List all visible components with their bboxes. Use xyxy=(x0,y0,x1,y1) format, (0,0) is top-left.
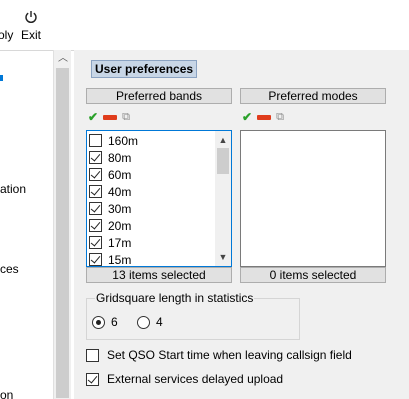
checkbox[interactable] xyxy=(86,348,99,362)
checkbox[interactable] xyxy=(89,168,102,181)
select-all-bands-icon[interactable]: ✔ xyxy=(88,110,98,124)
band-item[interactable]: 80m xyxy=(89,149,131,166)
modes-header: Preferred modes xyxy=(240,88,386,104)
band-item[interactable]: 17m xyxy=(89,234,131,251)
modes-selected-count: 0 items selected xyxy=(240,267,386,283)
bands-toolbar: ✔ ⧉ xyxy=(88,108,130,126)
clear-modes-icon[interactable] xyxy=(257,114,272,120)
band-item[interactable]: 60m xyxy=(89,166,131,183)
gridsquare-group-title: Gridsquare length in statistics xyxy=(95,291,255,305)
gridsquare-group: Gridsquare length in statistics 6 4 xyxy=(86,291,300,340)
bands-scrollbar[interactable]: ▲ ▼ xyxy=(215,131,231,266)
nav-scroll-thumb[interactable] xyxy=(56,68,69,398)
scroll-down-icon[interactable]: ▼ xyxy=(215,250,231,264)
delayed-upload-option[interactable]: External services delayed upload xyxy=(86,372,283,386)
bands-header: Preferred bands xyxy=(86,88,232,104)
band-label: 60m xyxy=(108,167,132,182)
band-item[interactable]: 30m xyxy=(89,200,131,217)
band-item[interactable]: 160m xyxy=(89,132,138,149)
gridsquare-option-4[interactable]: 4 xyxy=(137,315,163,329)
band-label: 30m xyxy=(108,201,132,216)
nav-scrollbar[interactable]: ︿ xyxy=(53,50,71,399)
radio-label: 6 xyxy=(111,315,118,329)
nav-item[interactable]: on xyxy=(0,388,13,399)
clear-bands-icon[interactable] xyxy=(103,114,118,120)
gridsquare-option-6[interactable]: 6 xyxy=(92,315,118,329)
band-label: 40m xyxy=(108,184,132,199)
option-label: External services delayed upload xyxy=(107,372,284,386)
radio-label: 4 xyxy=(156,315,163,329)
band-item[interactable]: 40m xyxy=(89,183,131,200)
section-title: User preferences xyxy=(91,60,198,78)
toolbar: oly Exit xyxy=(0,0,409,48)
checkbox[interactable] xyxy=(89,134,102,147)
option-label: Set QSO Start time when leaving callsign… xyxy=(107,348,352,362)
band-label: 17m xyxy=(108,235,132,250)
band-item[interactable]: 20m xyxy=(89,217,131,234)
exit-label: Exit xyxy=(21,28,42,42)
copy-modes-icon[interactable]: ⧉ xyxy=(276,110,284,124)
band-label: 160m xyxy=(108,133,139,148)
nav-item[interactable]: ation xyxy=(0,182,26,196)
apply-button[interactable]: oly xyxy=(0,10,13,42)
checkbox[interactable] xyxy=(89,185,102,198)
checkbox[interactable] xyxy=(89,219,102,232)
checkbox[interactable] xyxy=(89,236,102,249)
band-item[interactable]: 15m xyxy=(89,251,131,268)
scroll-up-icon[interactable]: ▲ xyxy=(215,133,231,147)
modes-listbox[interactable] xyxy=(240,130,386,267)
copy-bands-icon[interactable]: ⧉ xyxy=(122,110,130,124)
checkbox[interactable] xyxy=(89,202,102,215)
checkbox[interactable] xyxy=(89,253,102,266)
nav-selection-marker xyxy=(0,75,3,81)
select-all-modes-icon[interactable]: ✔ xyxy=(242,110,252,124)
bands-listbox[interactable]: 160m 80m 60m 40m 30m 20m 17m 15m ▲ ▼ xyxy=(86,130,232,267)
bands-selected-count: 13 items selected xyxy=(86,267,232,283)
radio-button[interactable] xyxy=(137,315,150,329)
qso-start-time-option[interactable]: Set QSO Start time when leaving callsign… xyxy=(86,348,352,362)
radio-button[interactable] xyxy=(92,315,105,329)
checkbox[interactable] xyxy=(89,151,102,164)
scroll-up-icon[interactable]: ︿ xyxy=(54,52,72,66)
band-label: 15m xyxy=(108,252,132,267)
band-label: 20m xyxy=(108,218,132,233)
apply-label: oly xyxy=(0,28,14,42)
bands-scroll-thumb[interactable] xyxy=(217,148,229,174)
power-icon xyxy=(24,10,38,28)
exit-button[interactable]: Exit xyxy=(21,10,41,42)
checkbox[interactable] xyxy=(86,372,99,386)
modes-toolbar: ✔ ⧉ xyxy=(242,108,284,126)
settings-page: User preferences Preferred bands ✔ ⧉ 160… xyxy=(74,50,409,399)
band-label: 80m xyxy=(108,150,132,165)
nav-item[interactable]: ces xyxy=(0,262,19,276)
